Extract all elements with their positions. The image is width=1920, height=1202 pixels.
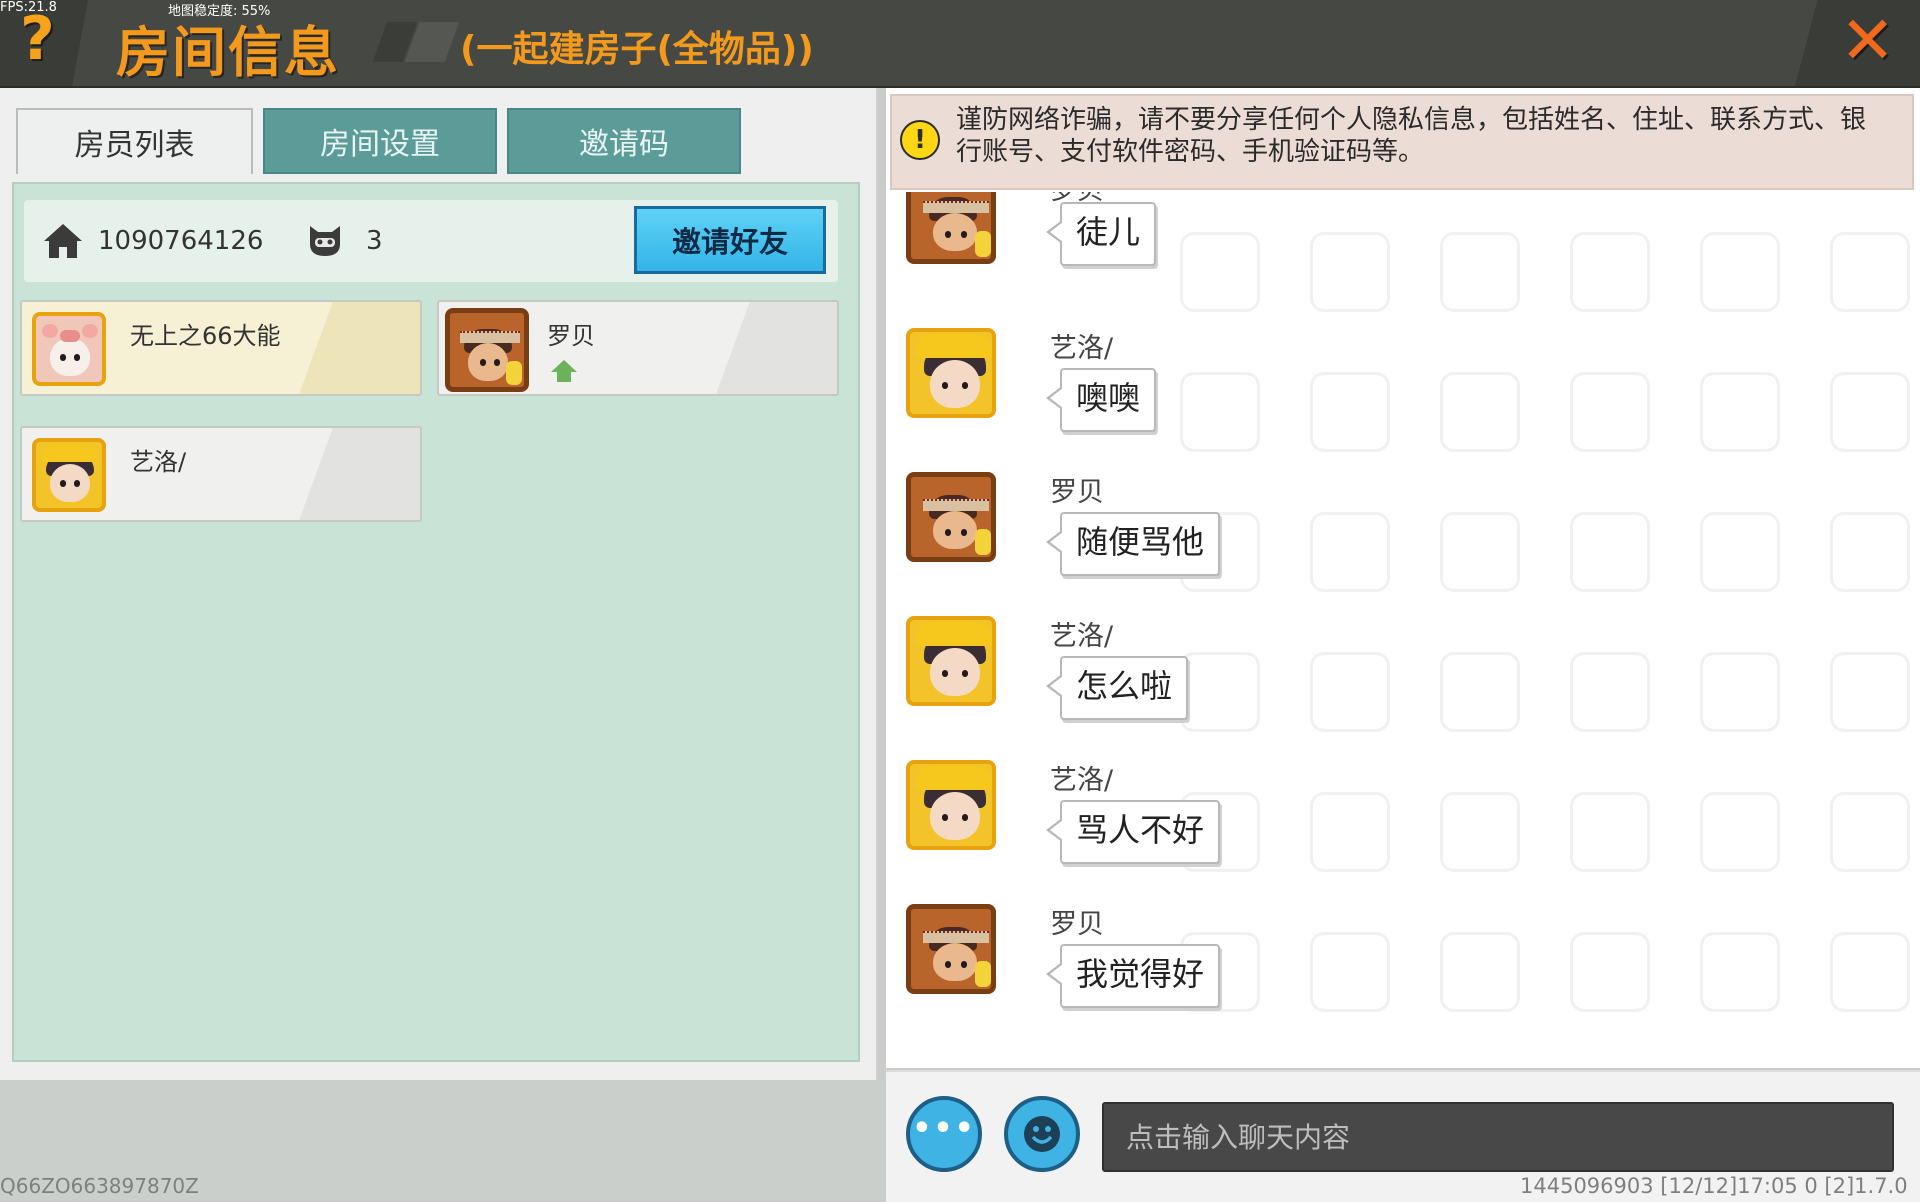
member-card[interactable]: 无上之66大能 xyxy=(20,300,422,396)
tab-member-list[interactable]: 房员列表 xyxy=(16,108,253,174)
map-stability: 地图稳定度: 55% xyxy=(168,4,271,19)
smiley-icon xyxy=(1024,1116,1060,1152)
message-sender: 艺洛/ xyxy=(1050,621,1114,652)
tab-room-settings[interactable]: 房间设置 xyxy=(263,108,497,174)
chat-message: 艺洛/ 怎么啦 xyxy=(890,616,1890,756)
chat-message: 艺洛/ 骂人不好 xyxy=(890,760,1890,900)
member-name: 艺洛/ xyxy=(130,448,187,476)
message-sender: 罗贝 xyxy=(1050,909,1104,940)
adventurer-avatar xyxy=(906,192,996,264)
chat-message: 罗贝 随便骂他 xyxy=(890,472,1890,612)
player-count: 3 xyxy=(366,226,383,256)
member-card[interactable]: 艺洛/ xyxy=(20,426,422,522)
safety-notice-text: 谨防网络诈骗，请不要分享任何个人隐私信息，包括姓名、住址、联系方式、银行账号、支… xyxy=(956,105,1867,167)
room-id: 1090764126 xyxy=(98,226,264,256)
message-bubble: 怎么啦 xyxy=(1045,656,1189,720)
close-icon: ✕ xyxy=(1840,2,1896,79)
message-bubble: 随便骂他 xyxy=(1045,512,1221,576)
pig-avatar xyxy=(32,312,106,386)
fps-counter: FPS:21.8 xyxy=(0,0,57,15)
warning-icon: ! xyxy=(900,120,940,160)
message-sender: 艺洛/ xyxy=(1050,765,1114,796)
message-bubble: 噢噢 xyxy=(1045,368,1157,432)
yellow-hat-avatar xyxy=(32,438,106,512)
yellow-hat-avatar xyxy=(906,760,996,850)
member-name: 无上之66大能 xyxy=(130,322,281,350)
message-sender: 艺洛/ xyxy=(1050,333,1114,364)
house-icon xyxy=(44,224,82,258)
version-info: 1445096903 [12/12]17:05 0 [2]1.7.0 xyxy=(1520,1174,1908,1198)
message-sender: 罗贝 xyxy=(1050,477,1104,508)
ellipsis-icon: ••• xyxy=(912,1111,976,1146)
member-card[interactable]: 罗贝 xyxy=(437,300,839,396)
yellow-hat-avatar xyxy=(906,616,996,706)
emoji-button[interactable] xyxy=(1004,1096,1080,1172)
invite-friends-button[interactable]: 邀请好友 xyxy=(634,206,826,274)
cat-icon xyxy=(310,226,340,256)
member-name: 罗贝 xyxy=(547,322,595,350)
more-options-button[interactable]: ••• xyxy=(906,1096,982,1172)
yellow-hat-avatar xyxy=(906,328,996,418)
house-arrow-icon xyxy=(551,360,577,382)
message-bubble: 我觉得好 xyxy=(1045,944,1221,1008)
adventurer-avatar xyxy=(445,308,529,392)
chat-input[interactable] xyxy=(1102,1102,1894,1172)
chat-message-list[interactable]: 罗贝 徒儿 艺洛/ 噢噢 罗贝 随便骂他 艺洛/ 怎么啦 xyxy=(890,192,1914,1062)
message-bubble: 骂人不好 xyxy=(1045,800,1221,864)
tab-invite-code[interactable]: 邀请码 xyxy=(507,108,741,174)
adventurer-avatar xyxy=(906,904,996,994)
adventurer-avatar xyxy=(906,472,996,562)
page-title: 房间信息 xyxy=(116,21,340,84)
room-name: (一起建房子(全物品)) xyxy=(460,29,814,70)
close-button[interactable]: ✕ xyxy=(1840,8,1895,74)
chat-message: 罗贝 我觉得好 xyxy=(890,904,1890,1044)
message-bubble: 徒儿 xyxy=(1045,202,1157,266)
player-uin: Q66ZO663897870Z xyxy=(0,1174,199,1198)
chat-message: 罗贝 徒儿 xyxy=(890,192,1890,314)
chat-message: 艺洛/ 噢噢 xyxy=(890,328,1890,468)
